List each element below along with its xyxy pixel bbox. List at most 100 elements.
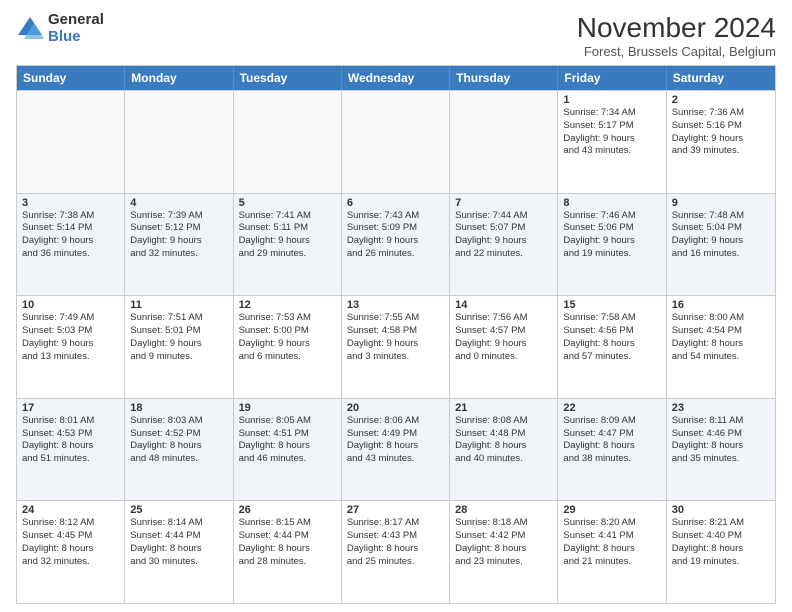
- cell-line: Daylight: 9 hours: [563, 235, 660, 248]
- cell-line: and 43 minutes.: [347, 453, 444, 466]
- cell-line: Sunset: 5:00 PM: [239, 325, 336, 338]
- logo: General Blue: [16, 12, 104, 45]
- cell-line: Sunset: 4:54 PM: [672, 325, 770, 338]
- cell-line: Sunrise: 8:20 AM: [563, 517, 660, 530]
- calendar-cell-r3c3: 20Sunrise: 8:06 AMSunset: 4:49 PMDayligh…: [342, 399, 450, 501]
- cell-line: and 43 minutes.: [563, 145, 660, 158]
- calendar-row-4: 24Sunrise: 8:12 AMSunset: 4:45 PMDayligh…: [17, 500, 775, 603]
- calendar-cell-r2c3: 13Sunrise: 7:55 AMSunset: 4:58 PMDayligh…: [342, 296, 450, 398]
- cell-line: and 23 minutes.: [455, 556, 552, 569]
- calendar-row-0: 1Sunrise: 7:34 AMSunset: 5:17 PMDaylight…: [17, 90, 775, 193]
- calendar-cell-r1c5: 8Sunrise: 7:46 AMSunset: 5:06 PMDaylight…: [558, 194, 666, 296]
- cell-line: Sunrise: 8:00 AM: [672, 312, 770, 325]
- day-number: 4: [130, 197, 227, 209]
- day-number: 7: [455, 197, 552, 209]
- day-number: 11: [130, 299, 227, 311]
- cell-line: Daylight: 9 hours: [347, 235, 444, 248]
- cell-line: and 54 minutes.: [672, 351, 770, 364]
- cell-line: Sunrise: 7:43 AM: [347, 210, 444, 223]
- calendar-cell-r1c2: 5Sunrise: 7:41 AMSunset: 5:11 PMDaylight…: [234, 194, 342, 296]
- cell-line: and 22 minutes.: [455, 248, 552, 261]
- cell-line: and 28 minutes.: [239, 556, 336, 569]
- calendar-row-3: 17Sunrise: 8:01 AMSunset: 4:53 PMDayligh…: [17, 398, 775, 501]
- cell-line: Sunset: 4:42 PM: [455, 530, 552, 543]
- cell-line: Sunrise: 7:48 AM: [672, 210, 770, 223]
- cell-line: Sunset: 5:04 PM: [672, 222, 770, 235]
- cell-line: Sunrise: 8:17 AM: [347, 517, 444, 530]
- cell-line: Daylight: 8 hours: [22, 440, 119, 453]
- cell-line: Daylight: 9 hours: [130, 235, 227, 248]
- cell-line: and 16 minutes.: [672, 248, 770, 261]
- cell-line: Sunrise: 8:05 AM: [239, 415, 336, 428]
- cell-line: Daylight: 9 hours: [672, 235, 770, 248]
- logo-general: General: [48, 12, 104, 29]
- cell-line: Sunset: 5:03 PM: [22, 325, 119, 338]
- cell-line: and 29 minutes.: [239, 248, 336, 261]
- calendar-cell-r3c1: 18Sunrise: 8:03 AMSunset: 4:52 PMDayligh…: [125, 399, 233, 501]
- cell-line: and 21 minutes.: [563, 556, 660, 569]
- cell-line: Sunset: 5:14 PM: [22, 222, 119, 235]
- cell-line: Sunset: 4:49 PM: [347, 428, 444, 441]
- header-day-wednesday: Wednesday: [342, 66, 450, 90]
- cell-line: and 36 minutes.: [22, 248, 119, 261]
- cell-line: and 39 minutes.: [672, 145, 770, 158]
- calendar-cell-r0c2: [234, 91, 342, 193]
- calendar-body: 1Sunrise: 7:34 AMSunset: 5:17 PMDaylight…: [17, 90, 775, 603]
- calendar-cell-r2c1: 11Sunrise: 7:51 AMSunset: 5:01 PMDayligh…: [125, 296, 233, 398]
- cell-line: and 40 minutes.: [455, 453, 552, 466]
- cell-line: Sunrise: 7:46 AM: [563, 210, 660, 223]
- day-number: 16: [672, 299, 770, 311]
- calendar: SundayMondayTuesdayWednesdayThursdayFrid…: [16, 65, 776, 604]
- day-number: 12: [239, 299, 336, 311]
- cell-line: Sunrise: 7:36 AM: [672, 107, 770, 120]
- calendar-row-2: 10Sunrise: 7:49 AMSunset: 5:03 PMDayligh…: [17, 295, 775, 398]
- day-number: 15: [563, 299, 660, 311]
- cell-line: Sunrise: 7:44 AM: [455, 210, 552, 223]
- cell-line: Sunrise: 7:55 AM: [347, 312, 444, 325]
- cell-line: and 6 minutes.: [239, 351, 336, 364]
- calendar-cell-r4c1: 25Sunrise: 8:14 AMSunset: 4:44 PMDayligh…: [125, 501, 233, 603]
- cell-line: Sunrise: 7:41 AM: [239, 210, 336, 223]
- calendar-cell-r4c3: 27Sunrise: 8:17 AMSunset: 4:43 PMDayligh…: [342, 501, 450, 603]
- logo-blue: Blue: [48, 29, 104, 46]
- cell-line: and 32 minutes.: [130, 248, 227, 261]
- cell-line: Sunset: 4:40 PM: [672, 530, 770, 543]
- cell-line: Sunrise: 7:58 AM: [563, 312, 660, 325]
- day-number: 3: [22, 197, 119, 209]
- day-number: 17: [22, 402, 119, 414]
- calendar-cell-r1c4: 7Sunrise: 7:44 AMSunset: 5:07 PMDaylight…: [450, 194, 558, 296]
- subtitle: Forest, Brussels Capital, Belgium: [577, 44, 776, 59]
- cell-line: Sunset: 4:51 PM: [239, 428, 336, 441]
- calendar-cell-r0c6: 2Sunrise: 7:36 AMSunset: 5:16 PMDaylight…: [667, 91, 775, 193]
- cell-line: Sunrise: 8:09 AM: [563, 415, 660, 428]
- cell-line: Daylight: 9 hours: [455, 235, 552, 248]
- cell-line: Sunrise: 7:56 AM: [455, 312, 552, 325]
- header-day-sunday: Sunday: [17, 66, 125, 90]
- cell-line: Sunset: 4:58 PM: [347, 325, 444, 338]
- calendar-header: SundayMondayTuesdayWednesdayThursdayFrid…: [17, 66, 775, 90]
- cell-line: Daylight: 9 hours: [672, 133, 770, 146]
- cell-line: Daylight: 9 hours: [239, 235, 336, 248]
- calendar-cell-r1c6: 9Sunrise: 7:48 AMSunset: 5:04 PMDaylight…: [667, 194, 775, 296]
- day-number: 22: [563, 402, 660, 414]
- cell-line: Daylight: 8 hours: [672, 440, 770, 453]
- day-number: 8: [563, 197, 660, 209]
- logo-text: General Blue: [48, 12, 104, 45]
- day-number: 21: [455, 402, 552, 414]
- header: General Blue November 2024 Forest, Bruss…: [16, 12, 776, 59]
- day-number: 9: [672, 197, 770, 209]
- calendar-cell-r4c0: 24Sunrise: 8:12 AMSunset: 4:45 PMDayligh…: [17, 501, 125, 603]
- cell-line: and 26 minutes.: [347, 248, 444, 261]
- cell-line: Sunset: 4:48 PM: [455, 428, 552, 441]
- cell-line: Sunset: 5:17 PM: [563, 120, 660, 133]
- cell-line: and 35 minutes.: [672, 453, 770, 466]
- cell-line: Sunrise: 8:18 AM: [455, 517, 552, 530]
- day-number: 27: [347, 504, 444, 516]
- calendar-cell-r4c5: 29Sunrise: 8:20 AMSunset: 4:41 PMDayligh…: [558, 501, 666, 603]
- cell-line: Daylight: 8 hours: [22, 543, 119, 556]
- day-number: 10: [22, 299, 119, 311]
- calendar-cell-r2c5: 15Sunrise: 7:58 AMSunset: 4:56 PMDayligh…: [558, 296, 666, 398]
- calendar-cell-r3c5: 22Sunrise: 8:09 AMSunset: 4:47 PMDayligh…: [558, 399, 666, 501]
- cell-line: Sunset: 5:07 PM: [455, 222, 552, 235]
- calendar-cell-r3c6: 23Sunrise: 8:11 AMSunset: 4:46 PMDayligh…: [667, 399, 775, 501]
